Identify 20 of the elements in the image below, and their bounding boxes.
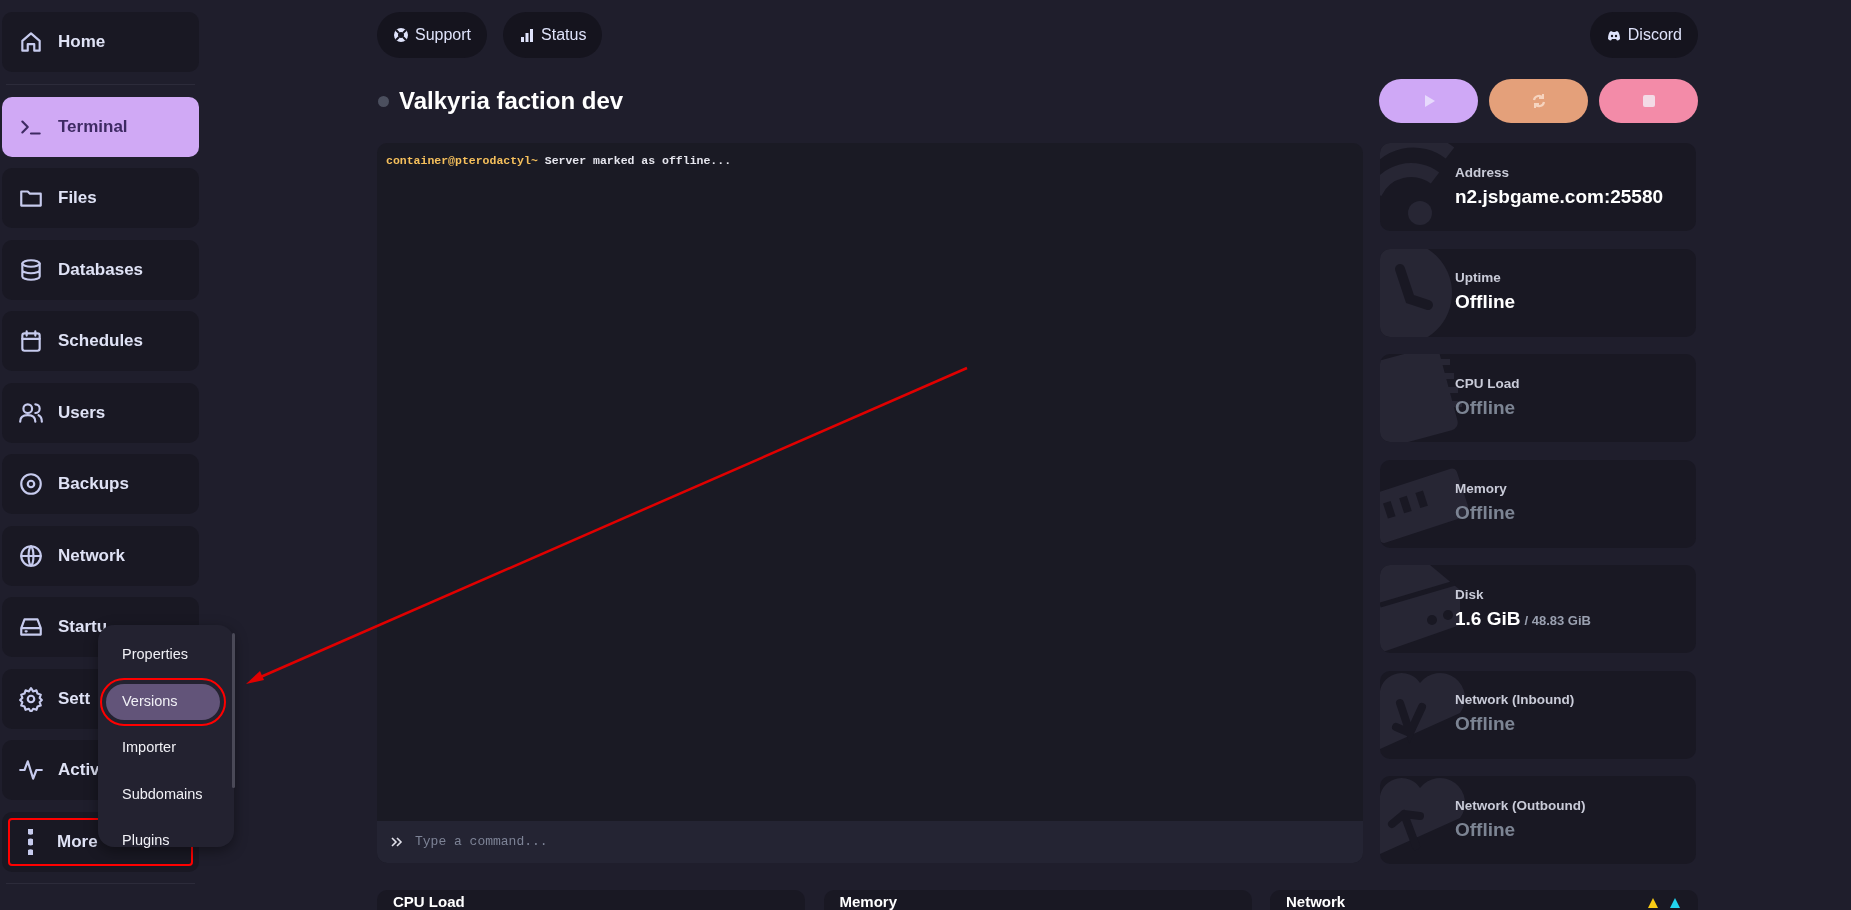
stat-value: Offline <box>1455 395 1516 420</box>
stat-label: Address <box>1455 163 1511 182</box>
stat-value: Offline <box>1455 290 1516 315</box>
stat-label: Uptime <box>1455 269 1502 288</box>
graph-title: CPU Load <box>393 893 465 910</box>
stat-limit: / 48.83 GiB <box>1524 611 1591 630</box>
server-name: Valkyria faction dev <box>399 86 624 116</box>
graph-title: Memory <box>839 893 898 910</box>
graph-title: Network <box>1286 893 1346 910</box>
stat-value: Offline <box>1455 501 1516 526</box>
stat-label: Network (Outbound) <box>1455 796 1586 815</box>
stat-value: Offline <box>1455 712 1516 737</box>
stat-value: 1.6 GiB <box>1455 606 1521 631</box>
stat-label: CPU Load <box>1455 374 1520 393</box>
console-line: container@pterodactyl~ Server marked as offline... <box>385 153 733 169</box>
stat-label: Memory <box>1455 480 1508 499</box>
stat-value: n2.jsbgame.com:25580 <box>1455 184 1664 209</box>
stat-label: Network (Inbound) <box>1455 691 1575 710</box>
stat-value: Offline <box>1455 817 1516 842</box>
stat-label: Disk <box>1455 585 1485 604</box>
